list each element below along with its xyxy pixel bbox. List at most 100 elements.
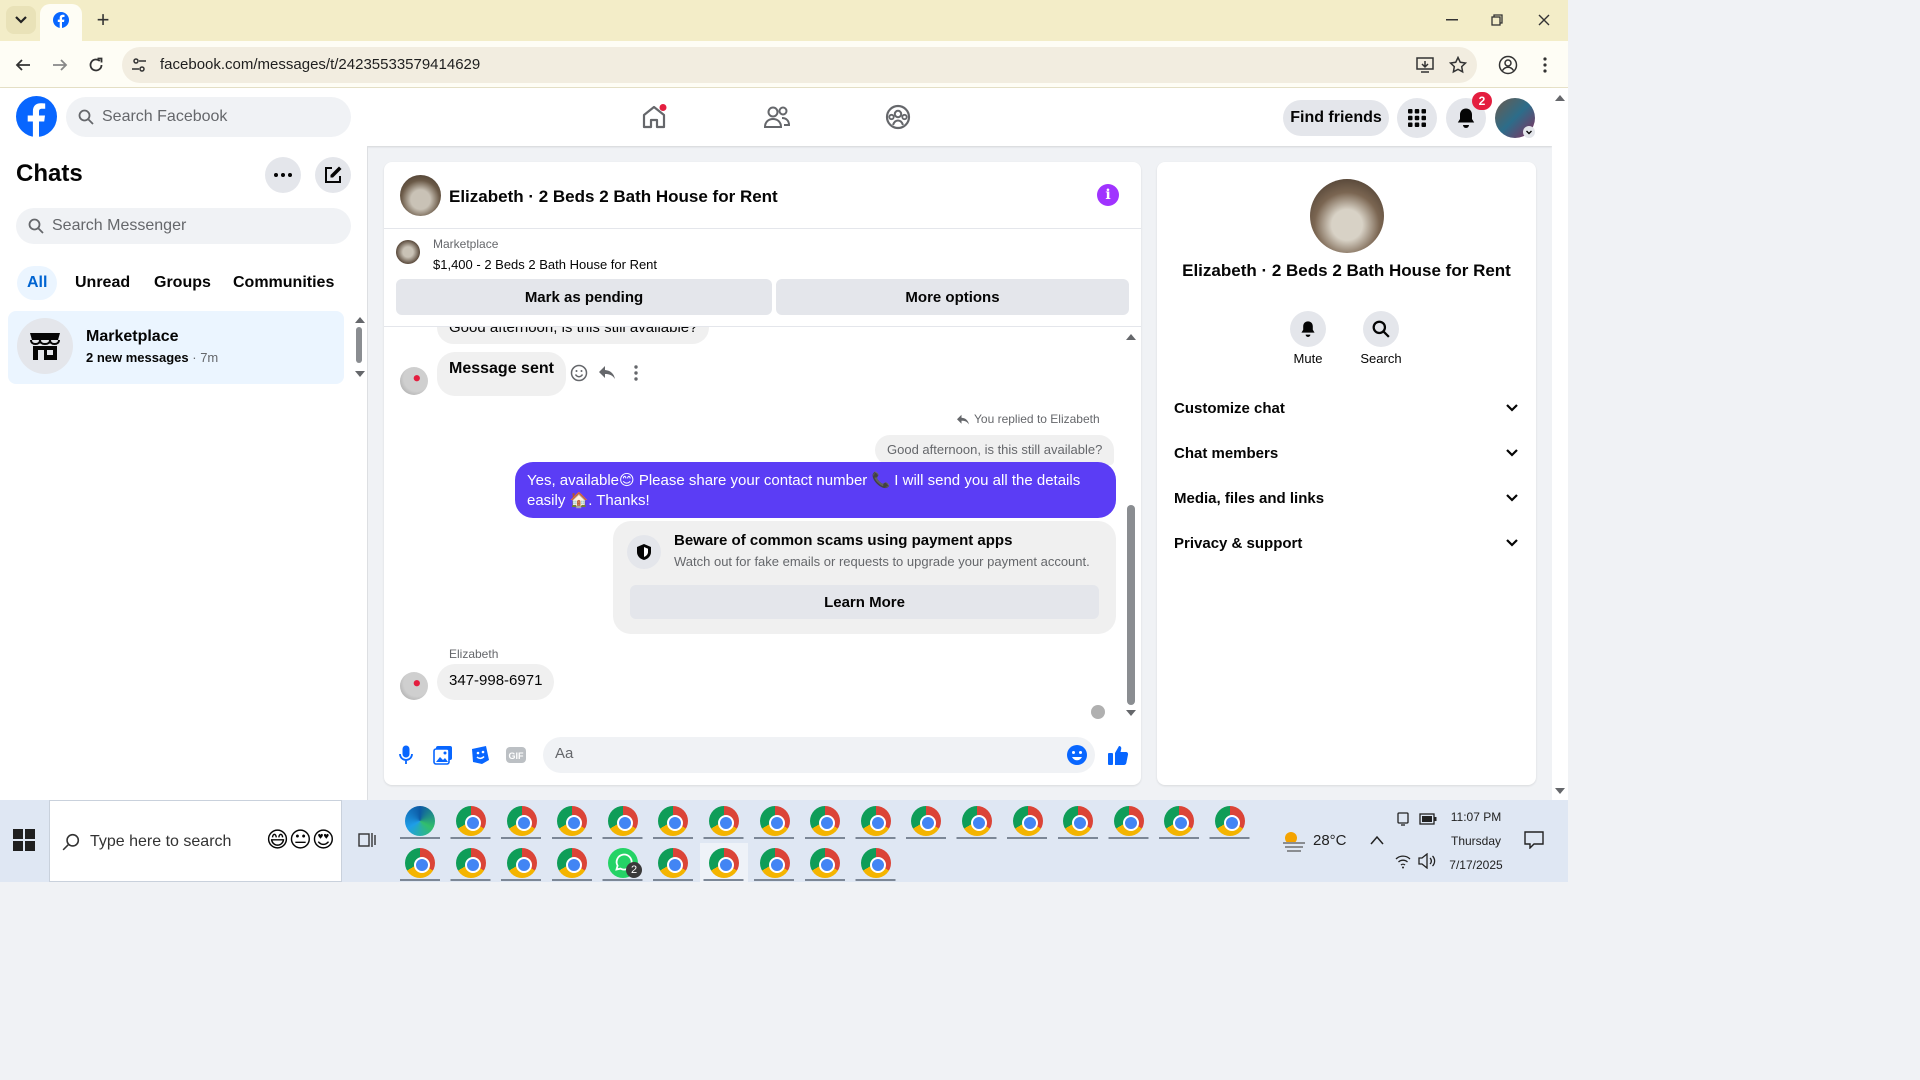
filter-all[interactable]: All bbox=[17, 266, 58, 300]
account-chevron-icon[interactable] bbox=[1523, 126, 1535, 138]
new-tab-button[interactable]: + bbox=[92, 9, 114, 32]
mark-as-pending-button[interactable]: Mark as pending bbox=[396, 279, 772, 315]
taskbar-search-box[interactable]: Type here to search 😄😐😍 bbox=[49, 800, 342, 882]
react-button[interactable] bbox=[569, 363, 589, 383]
battery-icon[interactable] bbox=[1419, 813, 1437, 825]
section-chat-members[interactable]: Chat members bbox=[1174, 445, 1522, 469]
taskbar-chrome-icon[interactable] bbox=[1215, 806, 1245, 836]
scroll-down-arrow-icon[interactable] bbox=[1126, 710, 1136, 717]
taskbar-chrome-icon[interactable] bbox=[557, 806, 587, 836]
quoted-message[interactable]: Good afternoon, is this still available? bbox=[875, 435, 1115, 465]
messenger-search-input[interactable]: Search Messenger bbox=[16, 208, 351, 244]
attach-photo-button[interactable] bbox=[431, 743, 455, 767]
page-scrollbar[interactable] bbox=[1552, 88, 1568, 800]
taskbar-chrome-icon[interactable] bbox=[507, 806, 537, 836]
site-info-icon[interactable] bbox=[128, 54, 150, 76]
taskbar-chrome-icon[interactable] bbox=[405, 848, 435, 878]
clock-time[interactable]: 11:07 PM bbox=[1443, 810, 1509, 824]
network-icon[interactable] bbox=[1395, 853, 1411, 869]
taskbar-chrome-icon[interactable] bbox=[557, 848, 587, 878]
facebook-search-input[interactable]: Search Facebook bbox=[66, 97, 351, 137]
taskbar-chrome-icon[interactable] bbox=[1114, 806, 1144, 836]
facebook-logo[interactable] bbox=[16, 96, 57, 137]
task-view-icon[interactable] bbox=[357, 830, 377, 850]
weather-temperature[interactable]: 28°C bbox=[1313, 832, 1347, 849]
restore-button[interactable] bbox=[1484, 8, 1510, 32]
conversation-avatar[interactable] bbox=[400, 175, 441, 216]
message-bubble-outgoing[interactable]: Yes, available😊 Please share your contac… bbox=[515, 462, 1116, 518]
taskbar-chrome-icon[interactable] bbox=[507, 848, 537, 878]
search-highlights-emoji-icon[interactable]: 😄😐😍 bbox=[266, 827, 335, 853]
show-hidden-icons-icon[interactable] bbox=[1369, 834, 1385, 846]
taskbar-chrome-icon[interactable] bbox=[810, 848, 840, 878]
taskbar-edge-icon[interactable] bbox=[405, 806, 435, 836]
voice-clip-button[interactable] bbox=[394, 743, 418, 767]
taskbar-chrome-icon[interactable] bbox=[760, 848, 790, 878]
mute-button[interactable] bbox=[1290, 311, 1326, 347]
conversation-scrollbar[interactable] bbox=[1127, 505, 1135, 705]
gif-button[interactable]: GIF bbox=[504, 743, 528, 767]
taskbar-chrome-icon[interactable] bbox=[861, 806, 891, 836]
conversation-title[interactable]: Elizabeth · 2 Beds 2 Bath House for Rent bbox=[449, 187, 778, 207]
install-app-button[interactable] bbox=[1414, 54, 1436, 76]
filter-unread[interactable]: Unread bbox=[65, 266, 140, 300]
scroll-down-arrow-icon[interactable] bbox=[1555, 788, 1565, 795]
chat-options-button[interactable] bbox=[265, 157, 301, 193]
scroll-up-arrow-icon[interactable] bbox=[1555, 94, 1565, 101]
reply-button[interactable] bbox=[597, 363, 617, 383]
taskbar-chrome-icon[interactable] bbox=[962, 806, 992, 836]
taskbar-chrome-icon[interactable] bbox=[760, 806, 790, 836]
section-media-files-links[interactable]: Media, files and links bbox=[1174, 490, 1522, 514]
taskbar-chrome-icon[interactable] bbox=[1013, 806, 1043, 836]
minimize-button[interactable] bbox=[1439, 8, 1465, 32]
message-more-button[interactable] bbox=[626, 363, 646, 383]
filter-groups[interactable]: Groups bbox=[144, 266, 221, 300]
taskbar-chrome-icon[interactable] bbox=[456, 848, 486, 878]
scroll-down-arrow-icon[interactable] bbox=[355, 371, 365, 378]
taskbar-chrome-icon[interactable] bbox=[456, 806, 486, 836]
filter-communities[interactable]: Communities bbox=[223, 266, 344, 300]
section-privacy-support[interactable]: Privacy & support bbox=[1174, 535, 1522, 559]
find-friends-button[interactable]: Find friends bbox=[1283, 100, 1389, 136]
new-message-button[interactable] bbox=[315, 157, 351, 193]
profile-button[interactable] bbox=[1497, 54, 1519, 76]
message-sent-bubble[interactable]: Message sent bbox=[437, 352, 566, 396]
listing-title[interactable]: $1,400 - 2 Beds 2 Bath House for Rent bbox=[433, 257, 657, 272]
weather-icon[interactable] bbox=[1281, 830, 1307, 852]
device-icon[interactable] bbox=[1396, 812, 1410, 826]
conversation-info-button[interactable]: i bbox=[1097, 184, 1119, 206]
volume-icon[interactable] bbox=[1418, 853, 1436, 869]
bookmark-button[interactable] bbox=[1447, 54, 1469, 76]
more-options-button[interactable]: More options bbox=[776, 279, 1129, 315]
browser-tab-facebook[interactable] bbox=[40, 4, 82, 41]
browser-menu-button[interactable] bbox=[1534, 54, 1556, 76]
taskbar-chrome-icon-active[interactable] bbox=[709, 848, 739, 878]
clock-date[interactable]: 7/17/2025 bbox=[1443, 858, 1509, 872]
sticker-button[interactable] bbox=[468, 743, 492, 767]
close-window-button[interactable] bbox=[1531, 8, 1557, 32]
taskbar-chrome-icon[interactable] bbox=[810, 806, 840, 836]
chat-info-avatar[interactable] bbox=[1310, 179, 1384, 253]
reload-button[interactable] bbox=[85, 54, 107, 76]
scroll-up-arrow-icon[interactable] bbox=[355, 316, 365, 323]
taskbar-chrome-icon[interactable] bbox=[911, 806, 941, 836]
windows-start-button[interactable] bbox=[12, 828, 36, 852]
tab-search-dropdown-button[interactable] bbox=[6, 6, 36, 34]
clock-day[interactable]: Thursday bbox=[1443, 834, 1509, 848]
message-input[interactable] bbox=[555, 745, 1055, 762]
learn-more-button[interactable]: Learn More bbox=[630, 585, 1099, 619]
nav-friends[interactable] bbox=[760, 100, 794, 134]
message-bubble-incoming[interactable]: 347-998-6971 bbox=[437, 664, 555, 700]
taskbar-chrome-icon[interactable] bbox=[1164, 806, 1194, 836]
section-customize-chat[interactable]: Customize chat bbox=[1174, 400, 1522, 424]
taskbar-chrome-icon[interactable] bbox=[608, 806, 638, 836]
address-url[interactable]: facebook.com/messages/t/2423553357941462… bbox=[160, 56, 480, 73]
chat-list-scrollbar[interactable] bbox=[356, 327, 362, 363]
search-in-conversation-button[interactable] bbox=[1363, 311, 1399, 347]
like-button[interactable] bbox=[1106, 743, 1130, 767]
back-button[interactable] bbox=[12, 54, 34, 76]
menu-button[interactable] bbox=[1397, 98, 1437, 138]
taskbar-chrome-icon[interactable] bbox=[658, 806, 688, 836]
forward-button[interactable] bbox=[49, 54, 71, 76]
message-bubble-incoming[interactable]: Good afternoon, is this still available? bbox=[437, 327, 710, 344]
